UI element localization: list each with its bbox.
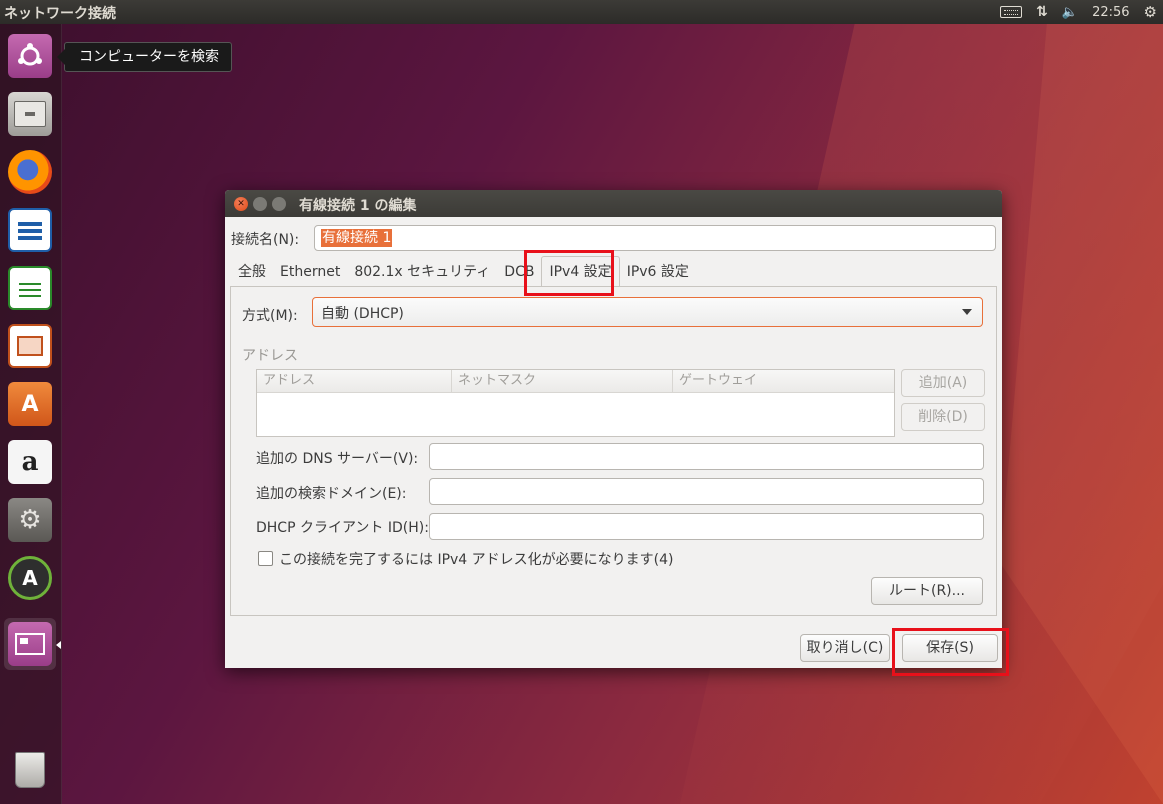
add-address-button[interactable]: 追加(A)	[901, 369, 985, 397]
maximize-icon[interactable]	[272, 197, 286, 211]
files-icon[interactable]	[4, 88, 56, 140]
network-connections-icon[interactable]	[4, 618, 56, 670]
volume-icon[interactable]: 🔈	[1062, 5, 1078, 20]
column-netmask[interactable]: ネットマスク	[452, 370, 673, 392]
minimize-icon[interactable]	[253, 197, 267, 211]
connection-name-label: 接続名(N):	[231, 232, 300, 248]
routes-button[interactable]: ルート(R)...	[871, 577, 983, 605]
keyboard-icon[interactable]	[1000, 6, 1023, 18]
connection-name-row: 接続名(N): 有線接続 1	[231, 225, 996, 251]
software-center-icon[interactable]: A	[4, 378, 56, 430]
tab-general[interactable]: 全般	[231, 258, 273, 286]
system-settings-icon[interactable]: ⚙	[4, 494, 56, 546]
launcher: A a ⚙ A	[0, 24, 62, 804]
tab-8021x-security[interactable]: 802.1x セキュリティ	[347, 258, 497, 286]
dns-label: 追加の DNS サーバー(V):	[256, 451, 419, 467]
close-icon[interactable]: ✕	[234, 197, 248, 211]
calc-icon[interactable]	[4, 262, 56, 314]
dhcp-client-id-input[interactable]	[429, 513, 984, 540]
dialog-title: 有線接続 1 の編集	[299, 198, 417, 214]
address-table[interactable]: アドレス ネットマスク ゲートウェイ	[256, 369, 895, 437]
address-section-label: アドレス	[242, 348, 298, 364]
trash-icon[interactable]	[4, 744, 56, 796]
tab-ipv6-settings[interactable]: IPv6 設定	[620, 258, 696, 286]
edit-connection-dialog: ✕ 有線接続 1 の編集 接続名(N): 有線接続 1 全般 Ethernet …	[225, 190, 1002, 668]
amazon-icon[interactable]: a	[4, 436, 56, 488]
save-button[interactable]: 保存(S)	[902, 634, 998, 662]
address-table-header: アドレス ネットマスク ゲートウェイ	[257, 370, 894, 393]
indicators: ⇅ 🔈 22:56 ⚙	[1000, 0, 1157, 24]
cancel-button[interactable]: 取り消し(C)	[800, 634, 890, 662]
firefox-icon[interactable]	[4, 146, 56, 198]
search-domains-input[interactable]	[429, 478, 984, 505]
method-value: 自動 (DHCP)	[321, 306, 404, 322]
chevron-down-icon	[962, 309, 972, 315]
impress-icon[interactable]	[4, 320, 56, 372]
connection-name-input[interactable]: 有線接続 1	[314, 225, 996, 251]
delete-address-button[interactable]: 削除(D)	[901, 403, 985, 431]
clock[interactable]: 22:56	[1092, 5, 1129, 20]
connection-name-value: 有線接続 1	[321, 229, 393, 247]
launcher-tooltip: コンピューターを検索	[57, 42, 232, 72]
dhcp-client-id-label: DHCP クライアント ID(H):	[256, 520, 429, 536]
settings-gear-icon[interactable]: ⚙	[1144, 3, 1157, 21]
dns-servers-input[interactable]	[429, 443, 984, 470]
tab-dcb[interactable]: DCB	[497, 258, 541, 286]
require-ipv4-label[interactable]: この接続を完了するには IPv4 アドレス化が必要になります(4)	[279, 549, 674, 569]
writer-icon[interactable]	[4, 204, 56, 256]
software-updater-icon[interactable]: A	[4, 552, 56, 604]
column-address[interactable]: アドレス	[257, 370, 452, 392]
running-indicator	[56, 641, 61, 649]
tab-ipv4-settings[interactable]: IPv4 設定	[541, 256, 620, 287]
tab-ethernet[interactable]: Ethernet	[273, 258, 347, 286]
network-updown-icon[interactable]: ⇅	[1036, 4, 1048, 20]
search-domain-label: 追加の検索ドメイン(E):	[256, 486, 407, 502]
method-dropdown[interactable]: 自動 (DHCP)	[312, 297, 983, 327]
app-title: ネットワーク接続	[4, 6, 116, 22]
ubuntu-dash-icon[interactable]	[4, 30, 56, 82]
column-gateway[interactable]: ゲートウェイ	[673, 370, 893, 392]
top-panel: ネットワーク接続 ⇅ 🔈 22:56 ⚙	[0, 0, 1163, 24]
ipv4-settings-pane: 方式(M): 自動 (DHCP) アドレス アドレス ネットマスク ゲートウェイ…	[230, 286, 997, 616]
ubuntu-logo-icon	[18, 43, 42, 66]
require-ipv4-checkbox[interactable]	[258, 551, 273, 566]
dialog-titlebar: ✕ 有線接続 1 の編集	[225, 190, 1002, 217]
tab-bar: 全般 Ethernet 802.1x セキュリティ DCB IPv4 設定 IP…	[231, 256, 696, 287]
method-label: 方式(M):	[242, 308, 298, 324]
